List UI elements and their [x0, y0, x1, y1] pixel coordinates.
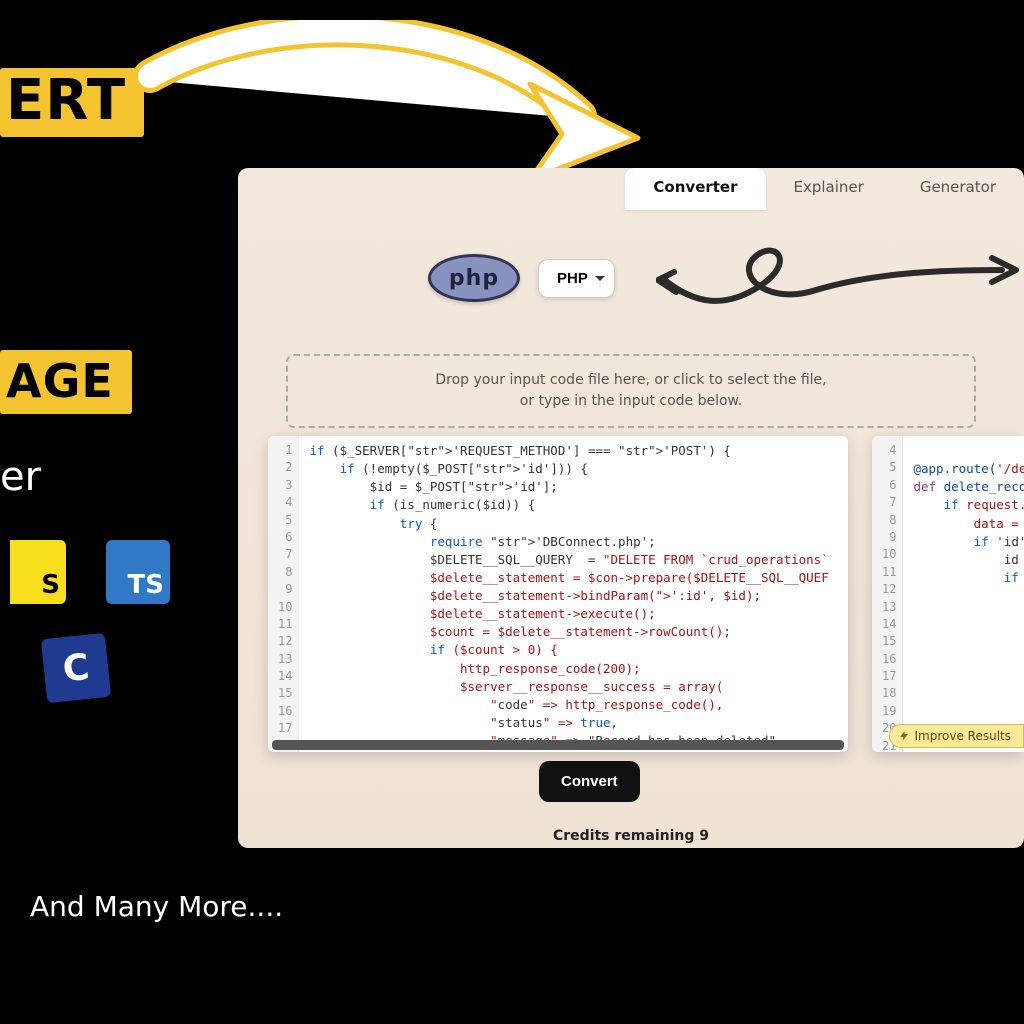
- target-gutter: 4 5 6 7 8 9 10 11 12 13 14 15 16 17 18 1…: [872, 436, 903, 752]
- php-logo-icon: php: [428, 254, 520, 302]
- text-er: er: [0, 454, 41, 500]
- javascript-icon: S: [10, 540, 66, 604]
- file-dropzone[interactable]: Drop your input code file here, or click…: [286, 354, 976, 428]
- badge-language: AGE: [0, 350, 132, 414]
- source-code-editor[interactable]: 1 2 3 4 5 6 7 8 9 10 11 12 13 14 15 16 1…: [268, 436, 848, 752]
- source-gutter: 1 2 3 4 5 6 7 8 9 10 11 12 13 14 15 16 1…: [268, 436, 299, 752]
- improve-results-label: Improve Results: [915, 729, 1012, 743]
- credits-remaining: Credits remaining 9: [553, 828, 709, 844]
- target-code[interactable]: @app.route('/del def delete_record if re…: [903, 436, 1024, 752]
- app-window: Converter Explainer Generator php PHP Dr…: [238, 168, 1024, 848]
- target-code-editor[interactable]: 4 5 6 7 8 9 10 11 12 13 14 15 16 17 18 1…: [872, 436, 1024, 752]
- tab-explainer[interactable]: Explainer: [766, 168, 892, 210]
- mode-tabs: Converter Explainer Generator: [625, 168, 1024, 210]
- squiggle-arrow-icon: [656, 242, 1024, 326]
- tab-converter[interactable]: Converter: [625, 168, 765, 210]
- typescript-icon: TS: [106, 540, 170, 604]
- dropzone-line1: Drop your input code file here, or click…: [308, 370, 954, 391]
- convert-button[interactable]: Convert: [539, 761, 640, 802]
- text-many-more: And Many More....: [30, 890, 283, 923]
- c-language-icon: C: [41, 633, 111, 703]
- source-code[interactable]: if ($_SERVER["str">'REQUEST_METHOD'] ===…: [299, 436, 838, 752]
- lightning-icon: [898, 730, 910, 742]
- improve-results-button[interactable]: Improve Results: [889, 724, 1024, 748]
- source-language-select[interactable]: PHP: [538, 259, 615, 298]
- dropzone-line2: or type in the input code below.: [308, 391, 954, 412]
- tab-generator[interactable]: Generator: [892, 168, 1024, 210]
